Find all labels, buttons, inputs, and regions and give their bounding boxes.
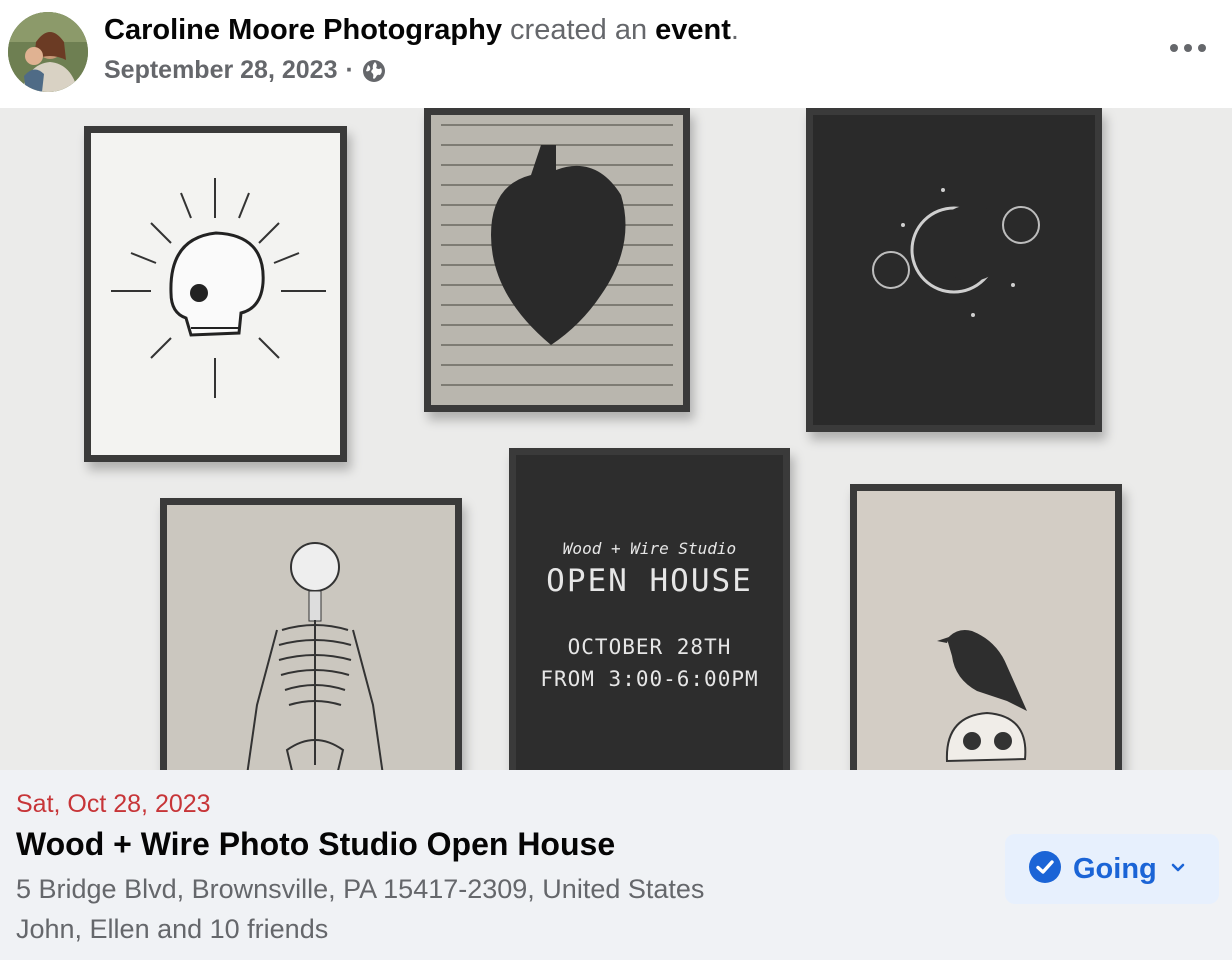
post-header: Caroline Moore Photography created an ev… bbox=[0, 0, 1232, 108]
more-options-icon[interactable] bbox=[1170, 38, 1206, 58]
avatar[interactable] bbox=[8, 12, 88, 92]
poster-heading: OPEN HOUSE bbox=[546, 563, 753, 599]
dot bbox=[1198, 44, 1206, 52]
headline-period: . bbox=[730, 14, 739, 46]
event-friends-going[interactable]: John, Ellen and 10 friends bbox=[16, 914, 328, 945]
dot bbox=[1184, 44, 1192, 52]
going-button[interactable]: Going bbox=[1005, 834, 1219, 904]
event-cover-image[interactable]: Wood + Wire Studio OPEN HOUSE OCTOBER 28… bbox=[0, 108, 1232, 770]
event-date: Sat, Oct 28, 2023 bbox=[16, 790, 211, 818]
meta-separator: · bbox=[345, 56, 354, 84]
author-name[interactable]: Caroline Moore Photography bbox=[104, 14, 502, 46]
post-meta: September 28, 2023 · bbox=[104, 56, 386, 85]
skeleton-print bbox=[160, 498, 462, 770]
event-address: 5 Bridge Blvd, Brownsville, PA 15417-230… bbox=[16, 874, 705, 904]
open-house-poster: Wood + Wire Studio OPEN HOUSE OCTOBER 28… bbox=[509, 448, 790, 770]
poster-studio-name: Wood + Wire Studio bbox=[562, 539, 737, 558]
heart-print bbox=[424, 108, 690, 412]
moon-print bbox=[806, 108, 1102, 432]
globe-icon[interactable] bbox=[362, 59, 386, 83]
event-title[interactable]: Wood + Wire Photo Studio Open House bbox=[16, 826, 615, 863]
chevron-down-icon bbox=[1169, 858, 1187, 881]
post-date[interactable]: September 28, 2023 bbox=[104, 56, 337, 85]
post-headline: Caroline Moore Photography created an ev… bbox=[104, 14, 739, 47]
action-text: created an bbox=[510, 14, 648, 46]
event-link[interactable]: event bbox=[655, 14, 731, 46]
raven-print bbox=[850, 484, 1122, 770]
poster-date: OCTOBER 28TH bbox=[567, 635, 732, 659]
going-label: Going bbox=[1073, 852, 1157, 885]
skull-print bbox=[84, 126, 347, 462]
check-circle-icon bbox=[1029, 850, 1061, 888]
dot bbox=[1170, 44, 1178, 52]
poster-time: FROM 3:00-6:00PM bbox=[540, 667, 759, 691]
